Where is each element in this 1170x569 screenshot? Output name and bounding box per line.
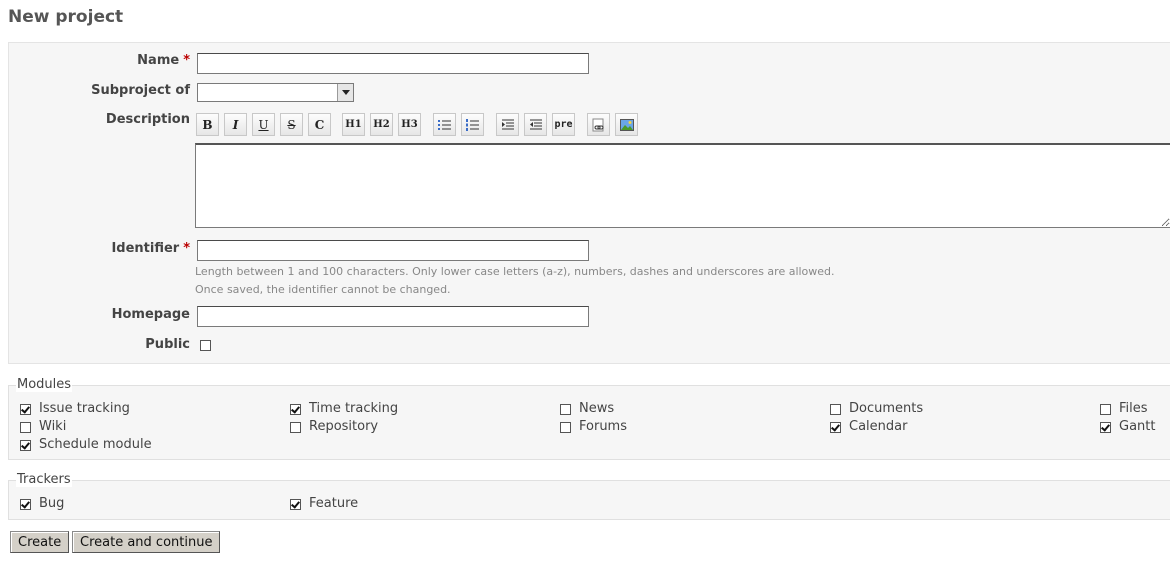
module-gantt-checkbox[interactable]: [1100, 422, 1111, 433]
tracker-feature-label: Feature: [309, 496, 359, 511]
preformatted-icon[interactable]: pre: [552, 113, 575, 136]
strikethrough-glyph: S: [287, 117, 296, 132]
public-checkbox[interactable]: [200, 340, 211, 351]
bold-glyph: B: [202, 117, 213, 132]
module-documents-checkbox[interactable]: [830, 404, 841, 415]
code-glyph: C: [314, 117, 325, 132]
name-input[interactable]: [197, 53, 589, 74]
trackers-fieldset: [8, 480, 1170, 520]
heading-3-glyph: H3: [401, 119, 418, 130]
quote-icon[interactable]: [496, 113, 519, 136]
create-button[interactable]: Create: [10, 531, 70, 553]
module-issue-tracking-label: Issue tracking: [39, 401, 130, 416]
module-repository-label: Repository: [309, 419, 379, 434]
module-time-tracking-label: Time tracking: [309, 401, 399, 416]
module-documents-label: Documents: [849, 401, 924, 416]
trackers-legend: Trackers: [16, 472, 72, 487]
code-icon[interactable]: C: [308, 113, 331, 136]
identifier-label: Identifier *: [111, 241, 190, 256]
module-issue-tracking-checkbox[interactable]: [20, 404, 31, 415]
module-calendar-checkbox[interactable]: [830, 422, 841, 433]
description-textarea[interactable]: [195, 143, 1170, 228]
link-icon[interactable]: [587, 113, 610, 136]
tracker-feature-checkbox[interactable]: [290, 499, 301, 510]
create-and-continue-button[interactable]: Create and continue: [72, 531, 221, 553]
underline-icon[interactable]: U: [252, 113, 275, 136]
module-schedule-label: Schedule module: [39, 437, 152, 452]
module-news-checkbox[interactable]: [560, 404, 571, 415]
heading-2-icon[interactable]: H2: [370, 113, 393, 136]
module-wiki-label: Wiki: [39, 419, 67, 434]
module-files-checkbox[interactable]: [1100, 404, 1111, 415]
module-forums-checkbox[interactable]: [560, 422, 571, 433]
module-schedule-checkbox[interactable]: [20, 440, 31, 451]
ordered-list-icon[interactable]: [461, 113, 484, 136]
module-time-tracking-checkbox[interactable]: [290, 404, 301, 415]
homepage-input[interactable]: [197, 306, 589, 327]
module-calendar-label: Calendar: [849, 419, 908, 434]
public-label: Public: [145, 337, 190, 352]
module-wiki-checkbox[interactable]: [20, 422, 31, 433]
homepage-label: Homepage: [111, 307, 190, 322]
heading-2-glyph: H2: [373, 119, 390, 130]
strikethrough-icon[interactable]: S: [280, 113, 303, 136]
subproject-label: Subproject of: [91, 83, 190, 98]
module-files-label: Files: [1119, 401, 1148, 416]
description-label: Description: [105, 112, 190, 127]
heading-1-icon[interactable]: H1: [342, 113, 365, 136]
image-icon[interactable]: [615, 113, 638, 136]
modules-legend: Modules: [16, 377, 73, 392]
tracker-bug-checkbox[interactable]: [20, 499, 31, 510]
module-gantt-label: Gantt: [1119, 419, 1156, 434]
subproject-select[interactable]: [197, 83, 354, 102]
heading-3-icon[interactable]: H3: [398, 113, 421, 136]
name-label: Name *: [137, 53, 190, 68]
unquote-icon[interactable]: [524, 113, 547, 136]
heading-1-glyph: H1: [345, 119, 362, 130]
module-forums-label: Forums: [579, 419, 627, 434]
italic-icon[interactable]: I: [224, 113, 247, 136]
tracker-bug-label: Bug: [39, 496, 65, 511]
unordered-list-icon[interactable]: [433, 113, 456, 136]
module-news-label: News: [579, 401, 615, 416]
page-title: New project: [8, 7, 124, 27]
preformatted-glyph: pre: [554, 119, 573, 130]
module-repository-checkbox[interactable]: [290, 422, 301, 433]
chevron-down-icon[interactable]: [337, 84, 353, 101]
bold-icon[interactable]: B: [196, 113, 219, 136]
italic-glyph: I: [232, 117, 239, 132]
identifier-input[interactable]: [197, 240, 589, 261]
underline-glyph: U: [258, 117, 269, 132]
identifier-hint: Length between 1 and 100 characters. Onl…: [195, 265, 835, 278]
identifier-hint-locked: Once saved, the identifier cannot be cha…: [195, 283, 451, 296]
